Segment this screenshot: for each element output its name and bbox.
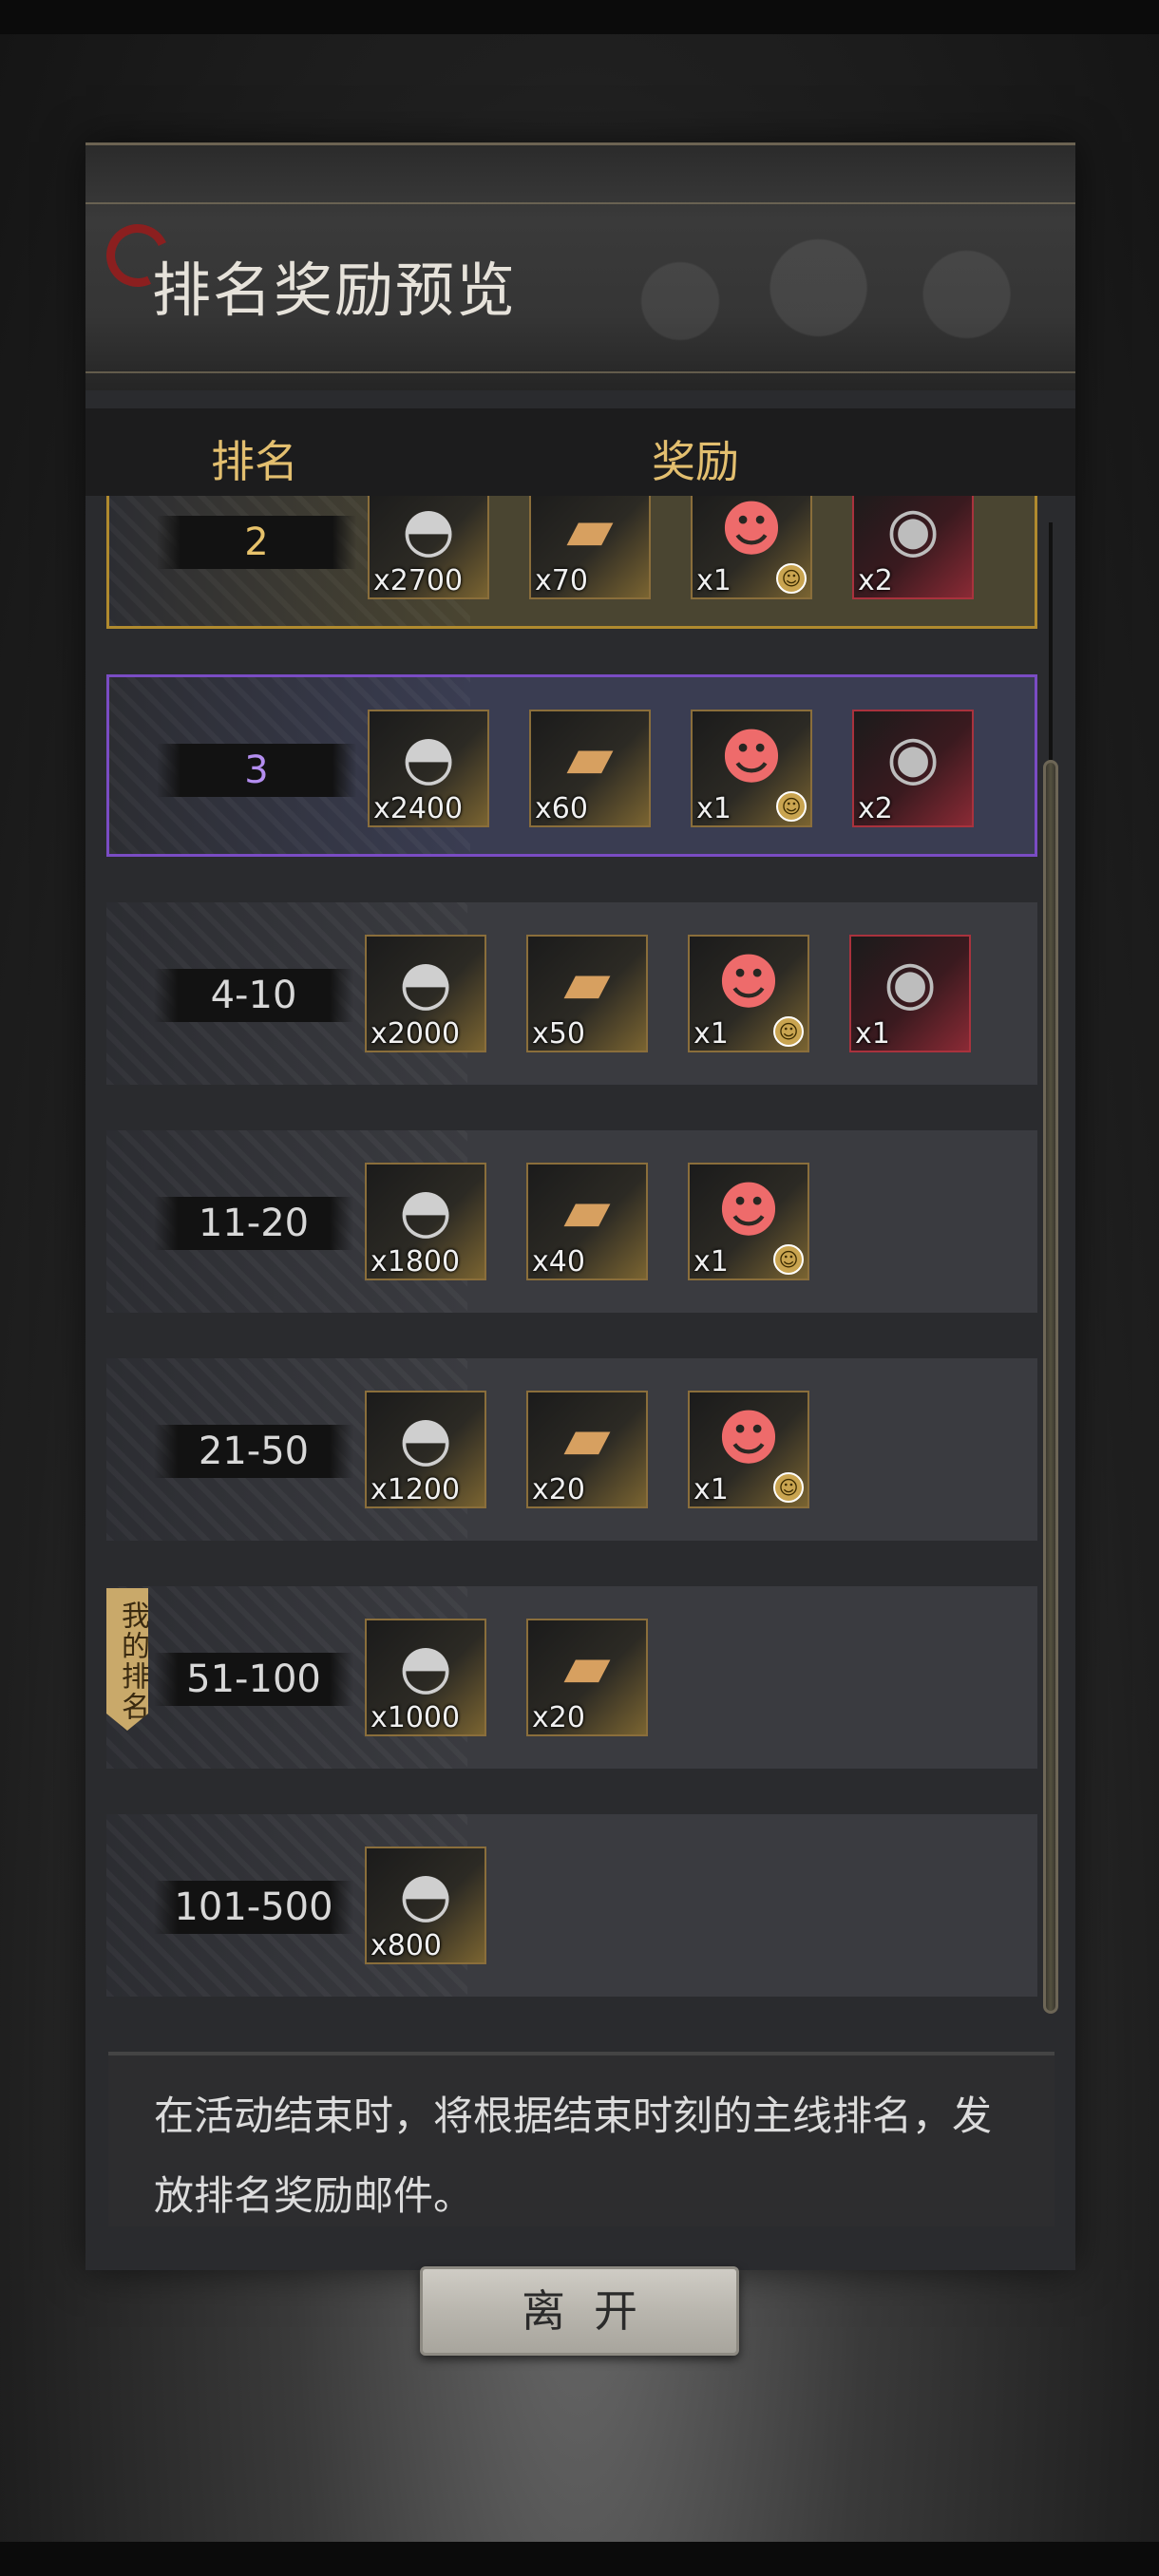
silver-ingot-icon: ◓ xyxy=(399,1860,452,1930)
character-avatar-icon: ☻ xyxy=(716,948,781,1018)
reward-item[interactable]: ▰ x50 xyxy=(526,935,648,1052)
ticket-icon: ▰ xyxy=(563,1176,611,1246)
character-avatar-icon: ☻ xyxy=(716,1404,781,1474)
ticket-icon: ▰ xyxy=(563,948,611,1018)
silver-ingot-icon: ◓ xyxy=(402,723,455,793)
reward-quantity: x2700 xyxy=(373,564,464,597)
reward-item[interactable]: ◓ x1800 xyxy=(365,1163,486,1280)
portrait-coin-icon: ◉ xyxy=(886,723,940,793)
reward-item[interactable]: ◓ x800 xyxy=(365,1847,486,1964)
reward-row: 4-10 ◓ x2000 ▰ x50 ☻ x1 ☺ ◉ x1 xyxy=(106,902,1037,1085)
reward-item[interactable]: ▰ x40 xyxy=(526,1163,648,1280)
rank-label: 101-500 xyxy=(154,1881,353,1934)
silver-ingot-icon: ◓ xyxy=(399,1176,452,1246)
reward-quantity: x1 xyxy=(694,1473,729,1506)
notice-box: 在活动结束时，将根据结束时刻的主线排名，发放排名奖励邮件。 xyxy=(108,2052,1054,2226)
reward-item[interactable]: ▰ x20 xyxy=(526,1619,648,1736)
reward-quantity: x1 xyxy=(694,1245,729,1279)
portrait-coin-icon: ◉ xyxy=(884,948,937,1018)
reward-item[interactable]: ◉ x1 xyxy=(849,935,971,1052)
ticket-icon: ▰ xyxy=(566,496,614,565)
reward-quantity: x50 xyxy=(532,1017,585,1051)
scrollbar[interactable] xyxy=(1043,522,1064,2014)
reward-quantity: x40 xyxy=(532,1245,585,1279)
reward-row: 21-50 ◓ x1200 ▰ x20 ☻ x1 ☺ xyxy=(106,1358,1037,1541)
reward-item[interactable]: ◓ x2000 xyxy=(365,935,486,1052)
reward-row: 51-100 ◓ x1000 ▰ x20 xyxy=(106,1586,1037,1769)
reward-quantity: x1800 xyxy=(370,1245,461,1279)
bottom-bar xyxy=(0,2542,1159,2576)
reward-item[interactable]: ☻ x1 ☺ xyxy=(691,496,812,599)
reward-item[interactable]: ☻ x1 ☺ xyxy=(688,935,809,1052)
reward-item[interactable]: ◓ x1200 xyxy=(365,1391,486,1508)
column-header: 排名 奖励 xyxy=(86,408,1075,496)
reward-quantity: x1 xyxy=(694,1017,729,1051)
reward-item[interactable]: ☻ x1 ☺ xyxy=(688,1391,809,1508)
reward-quantity: x70 xyxy=(535,564,588,597)
reward-row: 101-500 ◓ x800 xyxy=(106,1814,1037,1997)
reward-item[interactable]: ◓ x2400 xyxy=(368,710,489,827)
rank-label: 21-50 xyxy=(154,1425,353,1478)
rank-label: 2 xyxy=(157,516,356,569)
reward-quantity: x1000 xyxy=(370,1701,461,1734)
reward-row: 3 ◓ x2400 ▰ x60 ☻ x1 ☺ ◉ x2 xyxy=(106,674,1037,857)
my-rank-tag: 我的排名 xyxy=(106,1588,148,1731)
reward-quantity: x60 xyxy=(535,792,588,825)
reward-quantity: x2 xyxy=(858,792,893,825)
silver-ingot-icon: ◓ xyxy=(399,1404,452,1474)
reward-quantity: x1 xyxy=(696,792,732,825)
rank-label: 3 xyxy=(157,744,356,797)
reward-row: 11-20 ◓ x1800 ▰ x40 ☻ x1 ☺ xyxy=(106,1130,1037,1313)
face-badge-icon: ☺ xyxy=(773,1244,804,1275)
cloud-pattern-decoration xyxy=(581,221,1075,354)
rank-column-label: 排名 xyxy=(211,436,298,487)
silver-ingot-icon: ◓ xyxy=(399,948,452,1018)
reward-quantity: x20 xyxy=(532,1473,585,1506)
rank-label: 4-10 xyxy=(154,969,353,1022)
reward-list[interactable]: 2 ◓ x2700 ▰ x70 ☻ x1 ☺ ◉ x2 3 ◓ x2400 ▰ x60 ☻ x1 ☺ ◉ x2 4-10… xyxy=(86,496,1075,2016)
reward-row: 2 ◓ x2700 ▰ x70 ☻ x1 ☺ ◉ x2 xyxy=(106,496,1037,629)
reward-item[interactable]: ◉ x2 xyxy=(852,710,974,827)
ticket-icon: ▰ xyxy=(566,723,614,793)
face-badge-icon: ☺ xyxy=(776,791,807,822)
reward-quantity: x1200 xyxy=(370,1473,461,1506)
reward-quantity: x800 xyxy=(370,1929,443,1962)
reward-item[interactable]: ☻ x1 ☺ xyxy=(688,1163,809,1280)
reward-quantity: x2 xyxy=(858,564,893,597)
reward-quantity: x20 xyxy=(532,1701,585,1734)
silver-ingot-icon: ◓ xyxy=(399,1632,452,1702)
reward-quantity: x2400 xyxy=(373,792,464,825)
reward-column-label: 奖励 xyxy=(652,436,739,487)
reward-item[interactable]: ☻ x1 ☺ xyxy=(691,710,812,827)
reward-item[interactable]: ◓ x1000 xyxy=(365,1619,486,1736)
leave-button[interactable]: 离开 xyxy=(420,2266,739,2356)
reward-item[interactable]: ▰ x60 xyxy=(529,710,651,827)
reward-item[interactable]: ▰ x20 xyxy=(526,1391,648,1508)
face-badge-icon: ☺ xyxy=(776,563,807,594)
reward-quantity: x1 xyxy=(696,564,732,597)
portrait-coin-icon: ◉ xyxy=(886,496,940,565)
ticket-icon: ▰ xyxy=(563,1404,611,1474)
notice-text: 在活动结束时，将根据结束时刻的主线排名，发放排名奖励邮件。 xyxy=(154,2093,993,2219)
silver-ingot-icon: ◓ xyxy=(402,496,455,565)
rank-label: 51-100 xyxy=(154,1653,353,1706)
character-avatar-icon: ☻ xyxy=(719,723,784,793)
ticket-icon: ▰ xyxy=(563,1632,611,1702)
reward-item[interactable]: ◉ x2 xyxy=(852,496,974,599)
scrollbar-thumb[interactable] xyxy=(1043,760,1058,2014)
dialog-title: 排名奖励预览 xyxy=(152,256,518,325)
face-badge-icon: ☺ xyxy=(773,1016,804,1047)
reward-item[interactable]: ▰ x70 xyxy=(529,496,651,599)
character-avatar-icon: ☻ xyxy=(716,1176,781,1246)
rank-label: 11-20 xyxy=(154,1197,353,1250)
character-avatar-icon: ☻ xyxy=(719,496,784,565)
face-badge-icon: ☺ xyxy=(773,1472,804,1503)
reward-quantity: x1 xyxy=(855,1017,890,1051)
reward-item[interactable]: ◓ x2700 xyxy=(368,496,489,599)
reward-quantity: x2000 xyxy=(370,1017,461,1051)
